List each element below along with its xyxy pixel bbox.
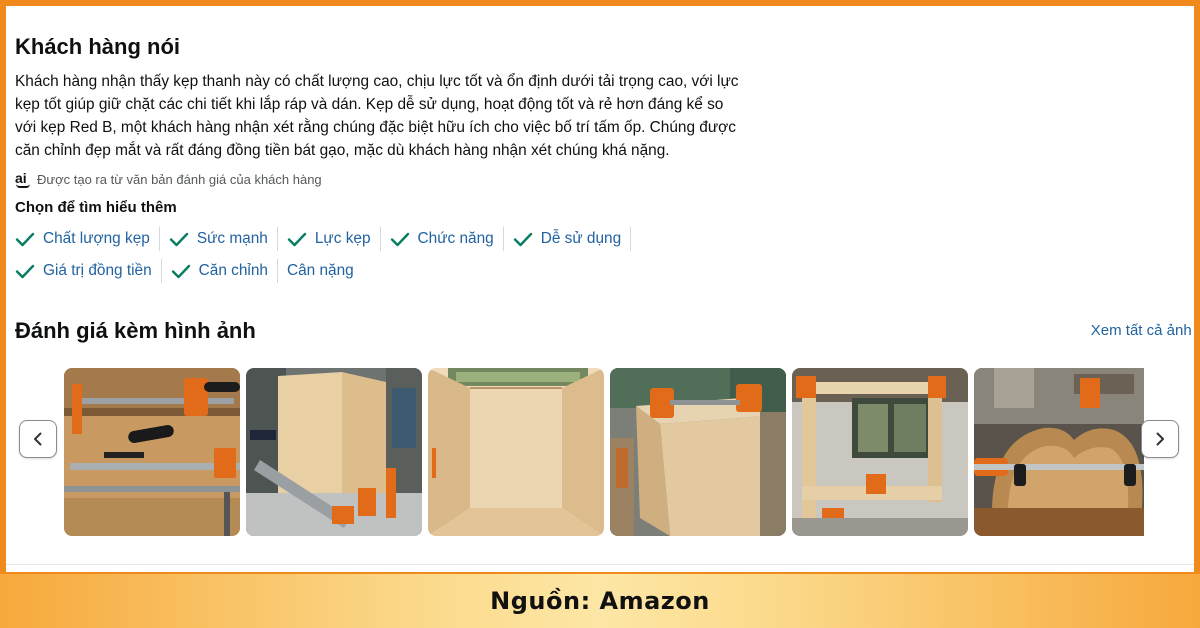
review-photo[interactable] [792,368,968,536]
chip-clamping-force[interactable]: Lực kẹp [278,227,381,251]
see-all-photos-link[interactable]: Xem tất cả ảnh › [1091,321,1194,339]
check-icon [287,232,307,247]
aspect-chips-row-1: Chất lượng kẹp Sức mạnh Lực kẹp Chức năn… [12,227,712,251]
chip-label: Chất lượng kẹp [43,230,150,247]
ai-note-text: Được tạo ra từ văn bản đánh giá của khác… [37,171,322,187]
chip-alignment[interactable]: Căn chỉnh [162,259,278,283]
chip-functionality[interactable]: Chức năng [381,227,504,251]
chip-strength[interactable]: Sức mạnh [160,227,278,251]
photo-carousel [64,368,1144,536]
source-text: Nguồn: Amazon [490,587,710,615]
summary-line: với kẹp Red B, một khách hàng nhận xét r… [15,119,736,136]
review-photo[interactable] [246,368,422,536]
summary-line: kẹp tốt giúp giữ chặt các chi tiết khi l… [15,96,724,113]
chevron-right-icon [1156,432,1164,446]
review-photo[interactable] [610,368,786,536]
chevron-left-icon [34,432,42,446]
chip-label: Chức năng [417,230,494,247]
chip-label: Cân nặng [286,262,354,279]
chip-label: Dễ sử dụng [540,230,622,247]
ai-generated-note: ai Được tạo ra từ văn bản đánh giá của k… [15,170,322,188]
check-icon [171,264,190,279]
check-icon [15,264,35,279]
chip-label: Giá trị đồng tiền [43,262,152,279]
chip-weight[interactable]: Cân nặng [278,259,363,283]
review-photo[interactable] [428,368,604,536]
summary-line: Khách hàng nhận thấy kẹp thanh này có ch… [15,73,739,90]
review-panel: Khách hàng nói Khách hàng nhận thấy kẹp … [6,6,1194,572]
ai-icon: ai [15,170,33,188]
chip-value-for-money[interactable]: Giá trị đồng tiền [12,259,162,283]
check-icon [390,232,409,247]
divider [6,564,1194,565]
check-icon [169,232,189,247]
chip-clamp-quality[interactable]: Chất lượng kẹp [12,227,160,251]
chip-label: Căn chỉnh [198,262,268,279]
chip-ease-of-use[interactable]: Dễ sử dụng [504,227,632,251]
carousel-prev-button[interactable] [19,420,57,458]
check-icon [15,232,35,247]
carousel-next-button[interactable] [1141,420,1179,458]
review-summary: Khách hàng nhận thấy kẹp thanh này có ch… [15,70,805,162]
see-all-label: Xem tất cả ảnh [1090,321,1192,339]
summary-line: căn chỉnh đẹp mắt và rất đáng đồng tiền … [15,142,670,159]
review-photo[interactable] [64,368,240,536]
chip-label: Lực kẹp [314,230,371,247]
review-photo[interactable] [974,368,1144,536]
source-banner: Nguồn: Amazon [0,574,1200,628]
photo-reviews-title: Đánh giá kèm hình ảnh [15,318,256,343]
aspect-chips-row-2: Giá trị đồng tiền Căn chỉnh Cân nặng [12,259,712,283]
customers-say-title: Khách hàng nói [15,34,180,59]
learn-more-title: Chọn để tìm hiểu thêm [15,199,177,216]
check-icon [513,232,532,247]
chip-label: Sức mạnh [196,230,268,247]
